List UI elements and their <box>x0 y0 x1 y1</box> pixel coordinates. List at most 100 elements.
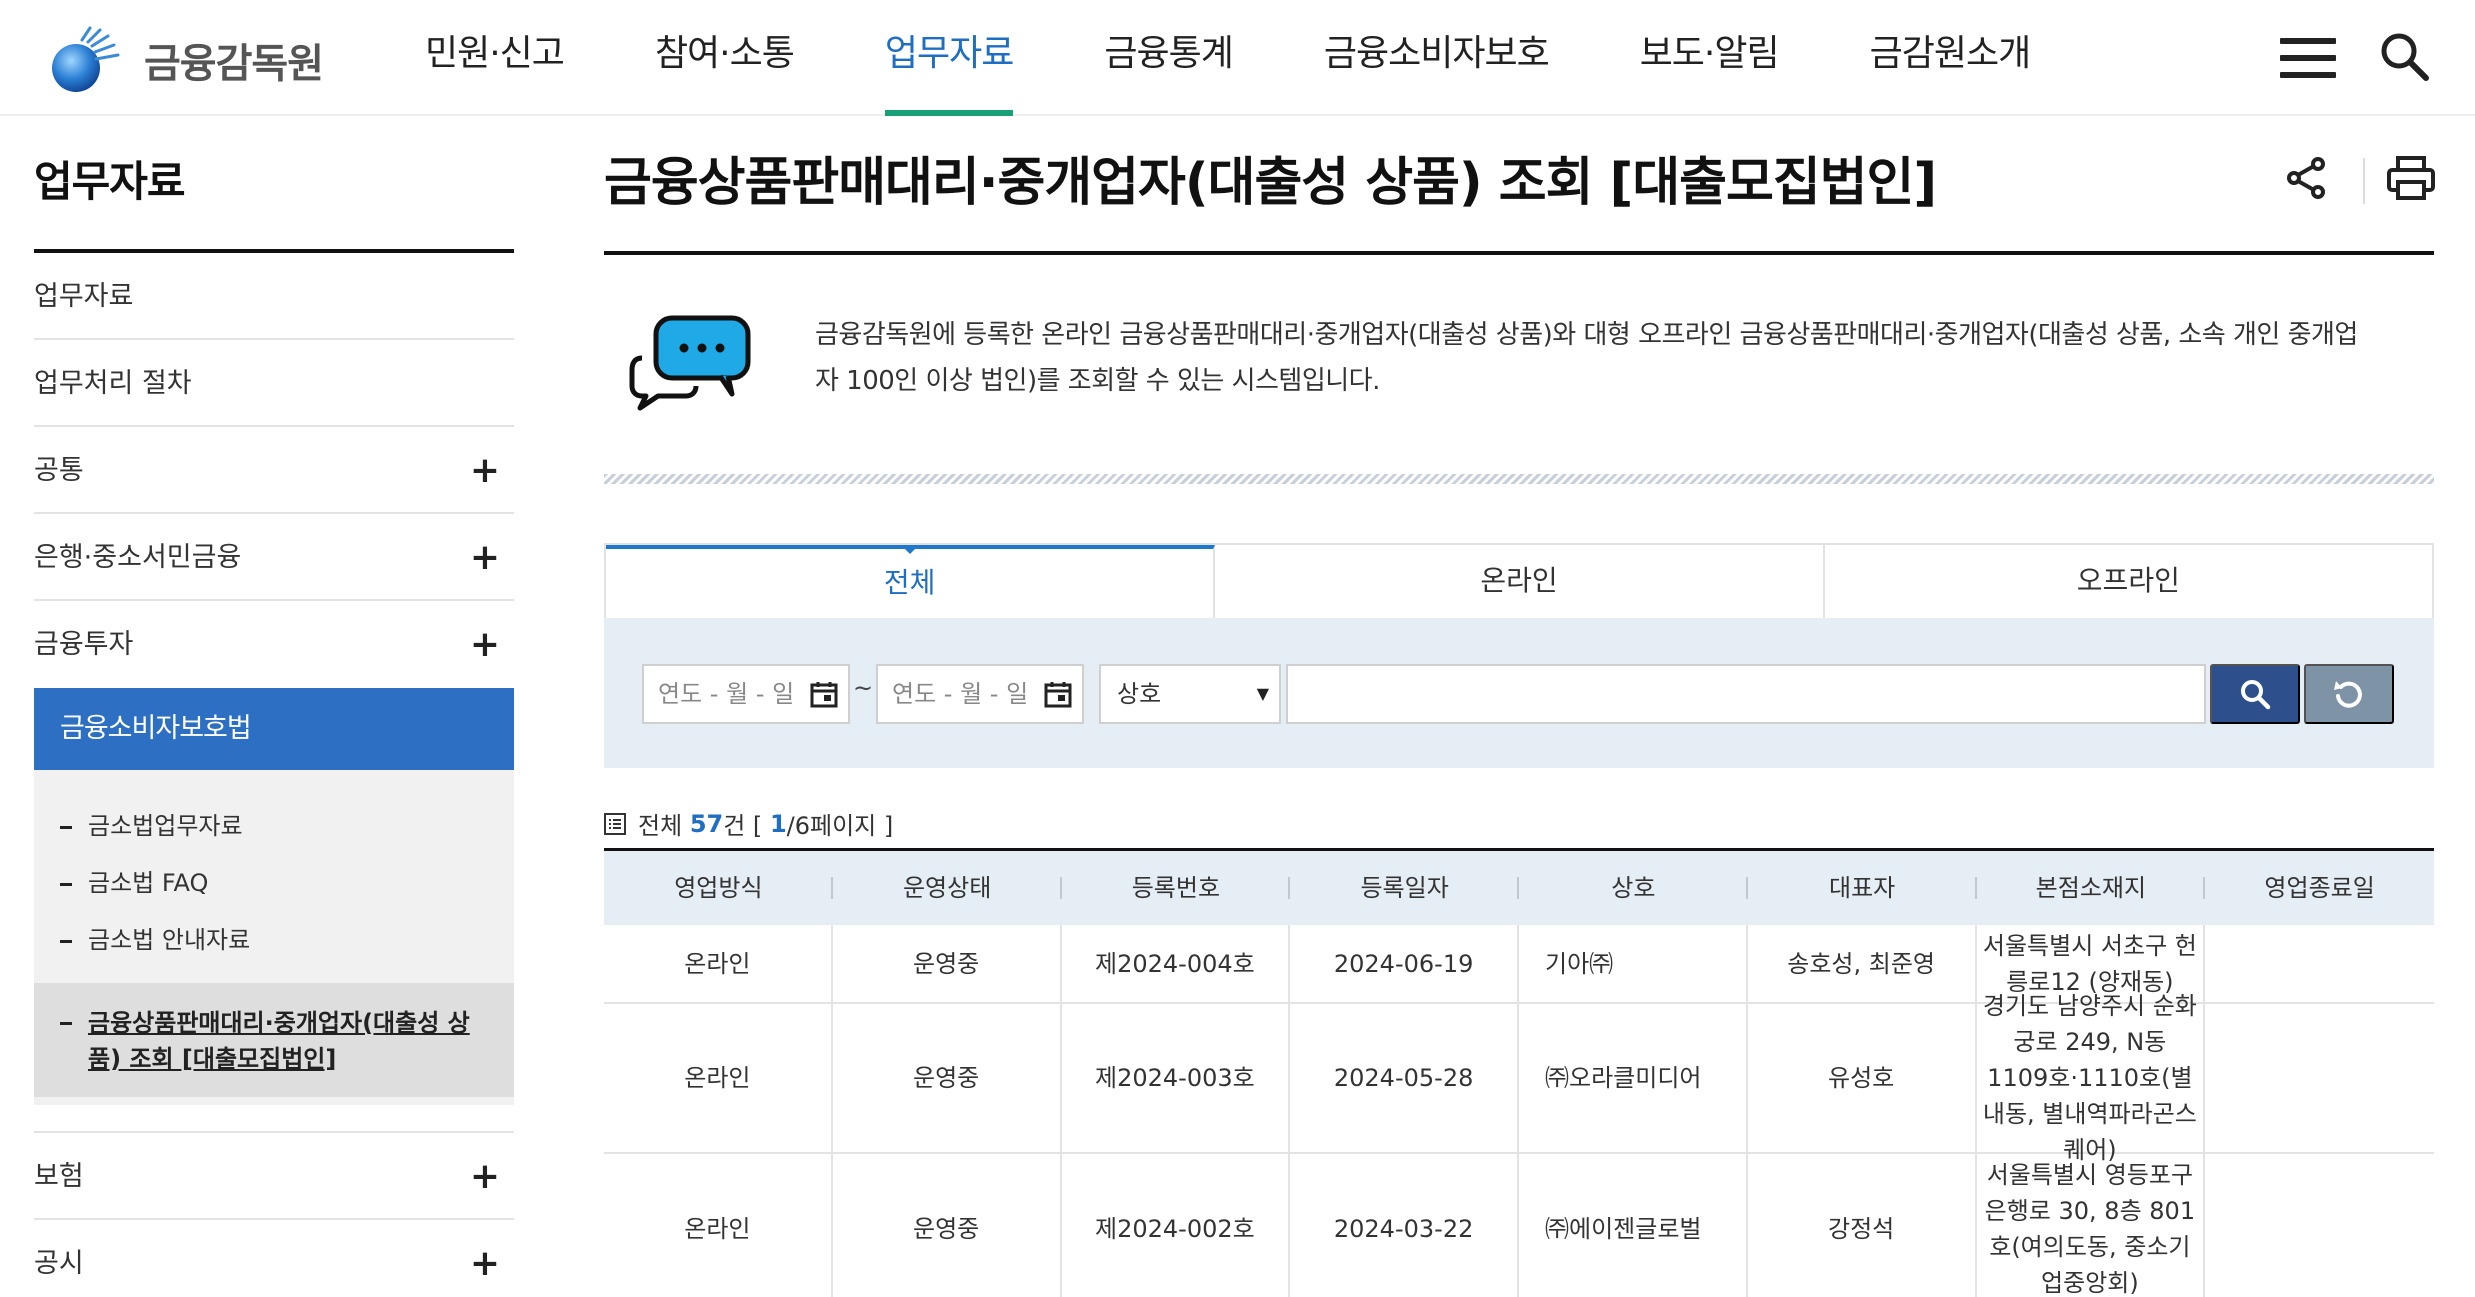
calendar-icon[interactable] <box>810 680 838 708</box>
speech-bubble-icon <box>629 315 751 411</box>
sidebar-title: 업무자료 <box>34 157 186 206</box>
tab-offline[interactable]: 오프라인 <box>1824 545 2432 618</box>
table-cell: 서울특별시 영등포구 은행로 30, 8층 801호(여의도동, 중소기업중앙회… <box>1977 1154 2206 1297</box>
share-icon[interactable] <box>2282 154 2330 202</box>
sidebar-subitem-data[interactable]: 금소법업무자료 <box>34 798 514 855</box>
table-cell: 송호성, 최준영 <box>1748 925 1977 1002</box>
plus-icon[interactable]: + <box>470 427 500 514</box>
column-header: 대표자 <box>1748 851 1977 925</box>
table-row[interactable]: 온라인 운영중 제2024-002호 2024-03-22 ㈜에이젠글로벌 강정… <box>604 1154 2434 1297</box>
plus-icon[interactable]: + <box>470 1133 500 1220</box>
search-icon <box>2241 680 2271 710</box>
table-cell: 기아㈜ <box>1519 925 1748 1002</box>
nav-item-press[interactable]: 보도·알림 <box>1640 0 1780 116</box>
table-cell: ㈜오라클미디어 <box>1519 1004 1748 1152</box>
nav-item-statistics[interactable]: 금융통계 <box>1104 0 1233 116</box>
calendar-icon[interactable] <box>1044 680 1072 708</box>
table-cell: 온라인 <box>604 925 833 1002</box>
sidebar-item-work-data[interactable]: 업무자료 <box>34 253 514 340</box>
table-cell <box>2205 1004 2434 1152</box>
column-header: 영업종료일 <box>2264 874 2375 902</box>
plus-icon[interactable]: + <box>470 514 500 601</box>
sidebar-item-banking[interactable]: 은행·중소서민금융 + <box>34 514 514 601</box>
table-cell: 온라인 <box>604 1154 833 1297</box>
reset-button[interactable] <box>2304 664 2394 724</box>
result-count: 전체 57 건 [ 1/6페이지 ] <box>604 806 893 841</box>
search-icon[interactable] <box>2376 28 2432 84</box>
tab-all[interactable]: 전체 <box>606 545 1216 618</box>
intro-description: 금융감독원에 등록한 온라인 금융상품판매대리·중개업자(대출성 상품)와 대형… <box>815 320 2358 396</box>
sidebar-item-label: 보험 <box>34 1161 84 1192</box>
table-cell: 운영중 <box>833 925 1062 1002</box>
nav-item-work-data[interactable]: 업무자료 <box>884 0 1014 116</box>
hamburger-icon[interactable] <box>2280 38 2336 78</box>
sidebar-item-label: 은행·중소서민금융 <box>34 542 242 573</box>
nav-item-participation[interactable]: 참여·소통 <box>655 0 795 116</box>
search-input[interactable] <box>1286 664 2206 724</box>
logo-globe-icon <box>52 26 120 92</box>
count-page-suffix: /6페이지 ] <box>786 812 894 840</box>
nav-item-complaints[interactable]: 민원·신고 <box>425 0 565 116</box>
sidebar-divider <box>34 1105 514 1133</box>
column-header: 영업방식 <box>604 851 833 925</box>
table-cell: 2024-06-19 <box>1290 925 1519 1002</box>
sidebar-subitem-faq[interactable]: 금소법 FAQ <box>34 855 514 912</box>
print-icon[interactable] <box>2386 154 2436 202</box>
count-page: 1 <box>769 809 787 838</box>
count-total: 57 <box>689 809 724 838</box>
list-icon <box>604 812 626 835</box>
nav-item-about[interactable]: 금감원소개 <box>1870 0 2032 116</box>
table-cell: 경기도 남양주시 순화궁로 249, N동 1109호·1110호(별내동, 별… <box>1977 992 2206 1164</box>
main-nav: 민원·신고 참여·소통 업무자료 금융통계 금융소비자보호 보도·알림 금감원소… <box>425 0 2121 116</box>
date-to-placeholder: 연도 - 월 - 일 <box>892 680 1029 708</box>
logo-text: 금융감독원 <box>144 41 324 87</box>
date-from-field[interactable]: 연도 - 월 - 일 <box>642 664 850 724</box>
sidebar-item-label: 업무처리 절차 <box>34 368 192 399</box>
nav-item-consumer-protection[interactable]: 금융소비자보호 <box>1324 0 1550 116</box>
table-header: 영업방식 운영상태 등록번호 등록일자 상호 대표자 본점소재지 영업종료일 <box>604 851 2434 925</box>
sidebar-submenu: 금소법업무자료 금소법 FAQ 금소법 안내자료 금융상품판매대리·중개업자(대… <box>34 770 514 1105</box>
page-title: 금융상품판매대리·중개업자(대출성 상품) 조회 [대출모집법인] <box>604 153 1937 213</box>
table-cell: 2024-03-22 <box>1290 1154 1519 1297</box>
search-field-value: 상호 <box>1117 680 1162 708</box>
search-panel: 연도 - 월 - 일 ~ 연도 - 월 - 일 상호 ▼ <box>604 618 2434 768</box>
chevron-down-icon: ▼ <box>1256 684 1269 703</box>
column-header: 본점소재지 <box>1977 851 2206 925</box>
count-unit: 건 [ <box>723 812 763 840</box>
date-range-separator: ~ <box>853 674 874 702</box>
table-cell: 2024-05-28 <box>1290 1004 1519 1152</box>
sidebar-item-disclosure[interactable]: 공시 + <box>34 1220 514 1297</box>
date-to-field[interactable]: 연도 - 월 - 일 <box>876 664 1084 724</box>
sidebar-item-label: 공시 <box>34 1248 84 1279</box>
table-cell: ㈜에이젠글로벌 <box>1519 1154 1748 1297</box>
table-cell: 온라인 <box>604 1004 833 1152</box>
sidebar-item-consumer-protection-act[interactable]: 금융소비자보호법 <box>34 688 514 770</box>
sidebar-item-insurance[interactable]: 보험 + <box>34 1133 514 1220</box>
sidebar-item-label: 공통 <box>34 455 84 486</box>
site-header: 금융감독원 민원·신고 참여·소통 업무자료 금융통계 금융소비자보호 보도·알… <box>0 0 2475 116</box>
sidebar-subitem-guide[interactable]: 금소법 안내자료 <box>34 912 514 969</box>
table-row[interactable]: 온라인 운영중 제2024-003호 2024-05-28 ㈜오라클미디어 유성… <box>604 992 2434 1164</box>
title-divider <box>604 251 2434 255</box>
table-cell: 제2024-002호 <box>1062 1154 1291 1297</box>
sidebar-subitem-current[interactable]: 금융상품판매대리·중개업자(대출성 상품) 조회 [대출모집법인] <box>34 983 514 1097</box>
plus-icon[interactable]: + <box>470 1220 500 1297</box>
table-cell: 강정석 <box>1748 1154 1977 1297</box>
table-cell: 제2024-004호 <box>1062 925 1291 1002</box>
table-cell: 운영중 <box>833 1004 1062 1152</box>
plus-icon[interactable]: + <box>470 601 500 688</box>
table-cell: 유성호 <box>1748 1004 1977 1152</box>
table-cell: 운영중 <box>833 1154 1062 1297</box>
search-button[interactable] <box>2210 664 2300 724</box>
sidebar-menu: 업무자료 업무처리 절차 공통 + 은행·중소서민금융 + 금융투자 + 금융소… <box>34 253 514 1297</box>
table-body: 온라인 운영중 제2024-004호 2024-06-19 기아㈜ 송호성, 최… <box>604 925 2434 1297</box>
column-header: 등록번호 <box>1062 851 1291 925</box>
search-field-select[interactable]: 상호 ▼ <box>1099 664 1281 724</box>
site-logo[interactable]: 금융감독원 <box>46 20 324 100</box>
sidebar-item-common[interactable]: 공통 + <box>34 427 514 514</box>
sidebar-item-investment[interactable]: 금융투자 + <box>34 601 514 688</box>
table-cell <box>2205 925 2434 1002</box>
sidebar-item-procedure[interactable]: 업무처리 절차 <box>34 340 514 427</box>
column-header: 등록일자 <box>1290 851 1519 925</box>
tab-online[interactable]: 온라인 <box>1215 545 1825 618</box>
